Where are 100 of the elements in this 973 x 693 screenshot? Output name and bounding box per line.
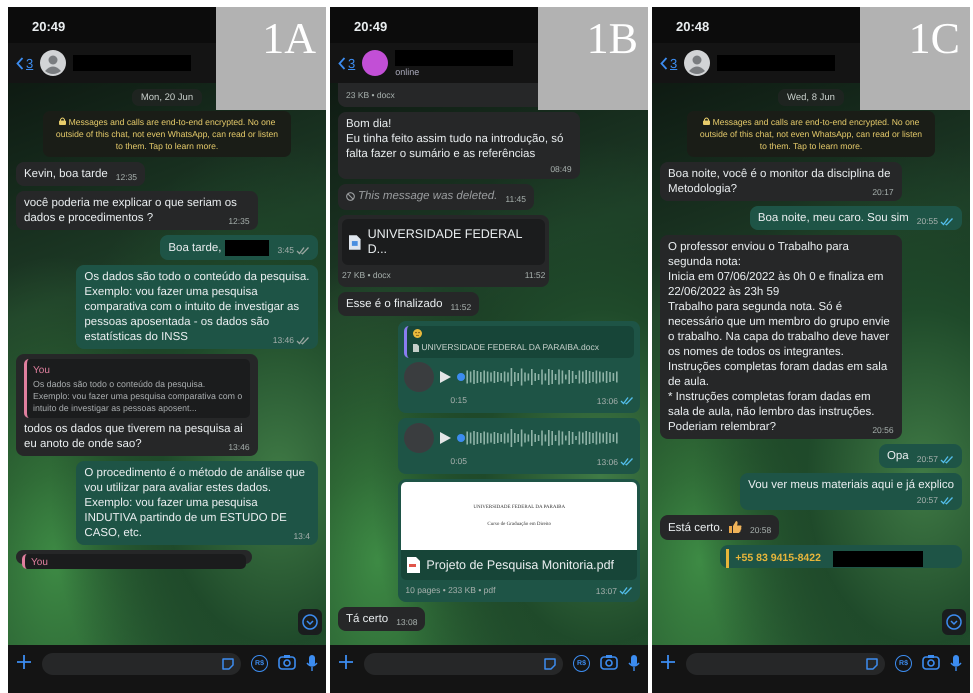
- voice-duration: 0:15: [450, 394, 467, 407]
- sticker-icon: [543, 657, 557, 671]
- outgoing-message: Vou ver meus materiais aqui e já explico 20:57: [740, 473, 962, 510]
- camera-icon[interactable]: [278, 654, 296, 670]
- voice-duration: 0:05: [450, 455, 467, 468]
- message-time: 11:45: [505, 193, 526, 205]
- outgoing-message: Boa tarde, 3:45: [160, 235, 318, 260]
- message-input[interactable]: [42, 653, 241, 675]
- message-time: 13:4: [293, 530, 310, 542]
- message-time: 20:57: [916, 453, 938, 465]
- outgoing-message: Opa 20:57: [878, 444, 962, 468]
- microphone-icon[interactable]: [628, 654, 640, 672]
- quoted-contact-number: +55 83 9415-8422: [726, 549, 827, 568]
- message-time: 20:55: [916, 215, 938, 227]
- avatar-photo[interactable]: [362, 50, 388, 76]
- contact-status: online: [395, 66, 420, 76]
- encryption-notice: Messages and calls are end-to-end encrypted. No one outside of this chat, not even WhatsApp, can read or listen to them. Tap to learn more.: [43, 111, 291, 157]
- quote-author: You: [33, 364, 51, 378]
- figure-label: 1A: [216, 7, 326, 110]
- incoming-message: You Os dados são todo o conteúdo da pesquisa. Exemplo: vou fazer uma pesquisa comparativa com o intuito de investigar as pessoas aposent... todos os dados que tiverem na pesquisa ai eu anoto de onde sao? 13:46: [16, 354, 258, 456]
- document-icon: [349, 234, 361, 250]
- incoming-message: Esse é o finalizado 11:52: [338, 292, 480, 316]
- back-chevron-icon: [16, 56, 24, 70]
- outgoing-message: O procedimento é o método de análise que vou utilizar para avaliar estes dados. Exemplo: vou fazer uma pesquisa INDUTIVA partindo de um ESTUDO DE CASO, etc. 13:4: [76, 461, 318, 546]
- quote-text: UNIVERSIDADE FEDERAL DA PARAIBA.docx: [421, 341, 600, 354]
- lock-icon: [702, 117, 710, 125]
- message-time: 13:08: [396, 616, 418, 628]
- message-time: 13:46: [228, 441, 250, 454]
- prohibited-icon: [346, 192, 355, 201]
- message-time: 11:52: [450, 301, 472, 313]
- back-button[interactable]: 3: [660, 56, 678, 70]
- playback-thumb[interactable]: [457, 434, 466, 442]
- incoming-message: você poderia me explicar o que seriam os dados e procedimentos ? 12:35: [16, 191, 258, 230]
- file-meta: 27 KB • docx: [342, 269, 391, 282]
- back-button[interactable]: 3: [338, 56, 356, 70]
- camera-icon[interactable]: [600, 654, 618, 670]
- incoming-message: O professor enviou o Trabalho para segunda nota: Inicia em 07/06/2022 às 0h 0 e finaliza em 22/06/2022 às 23h 59 Trabalho para segunda nota. Só é necessário que um membro do grupo envie o trabalho. Na capa do trabalho deve haver os nomes de todos os integrantes. Instruções completas foram dadas em sala de aula. * Instruções completas foram dadas em sala de aula, não lembro das instruções. Poderiam relembrar? 20:56: [660, 235, 902, 439]
- microphone-icon[interactable]: [950, 654, 962, 672]
- incoming-message: Bom dia! Eu tinha feito assim tudo na introdução, só falta fazer o sumário e as referências 08:49: [338, 112, 580, 179]
- message-time: 13:46: [272, 334, 294, 346]
- file-name: Projeto de Pesquisa Monitoria.pdf: [426, 558, 614, 572]
- camera-icon[interactable]: [922, 654, 940, 670]
- chevron-down-icon: [946, 614, 962, 630]
- status-time: 20:49: [32, 19, 66, 36]
- encryption-notice: Messages and calls are end-to-end encrypted. No one outside of this chat, not even WhatsApp, can read or listen to them. Tap to learn more.: [687, 111, 935, 157]
- scroll-down-button[interactable]: [298, 609, 322, 635]
- message-time: 13:07: [596, 584, 617, 596]
- message-input[interactable]: [364, 653, 563, 675]
- thumbs-up-icon: [728, 520, 742, 533]
- deleted-text: This message was deleted.: [358, 189, 498, 204]
- outgoing-message: Os dados são todo o conteúdo da pesquisa. Exemplo: vou fazer uma pesquisa comparativa com o intuito de investigar as pessoas aposentada - os dados são estatísticas do INSS 13:46: [76, 265, 318, 350]
- play-icon[interactable]: [440, 371, 452, 383]
- avatar-silhouette-icon[interactable]: [684, 50, 710, 76]
- message-time: 20:56: [872, 424, 894, 436]
- message-time: 12:35: [228, 215, 250, 227]
- play-icon[interactable]: [440, 432, 452, 444]
- avatar-photo: [404, 423, 434, 453]
- message-time: 20:17: [872, 186, 894, 198]
- incoming-message: Boa noite, você é o monitor da disciplina de Metodologia? 20:17: [660, 162, 902, 201]
- message-input[interactable]: [686, 653, 885, 675]
- avatar-silhouette-icon[interactable]: [40, 50, 66, 76]
- sticker-icon: [221, 657, 235, 671]
- message-time: 11:52: [524, 269, 546, 282]
- date-chip: Mon, 20 Jun: [132, 89, 202, 106]
- outgoing-message: Boa noite, meu caro. Sou sim 20:55: [750, 206, 962, 230]
- file-icon: [413, 344, 420, 352]
- message-time: 08:49: [550, 163, 572, 175]
- quote-author: You: [31, 556, 49, 570]
- status-time: 20:49: [354, 19, 388, 36]
- plus-icon[interactable]: [338, 654, 354, 670]
- emoji-face-icon: [413, 329, 422, 338]
- message-time: 20:58: [750, 524, 772, 536]
- file-meta: 23 KB • docx: [346, 89, 395, 102]
- message-time: 13:06: [596, 456, 618, 468]
- lock-icon: [58, 117, 66, 125]
- status-time: 20:48: [676, 19, 710, 36]
- microphone-icon[interactable]: [306, 654, 318, 672]
- message-time: 20:57: [916, 494, 938, 506]
- scroll-down-button[interactable]: [942, 609, 966, 635]
- back-chevron-icon: [338, 56, 346, 70]
- sticker-icon: [865, 657, 879, 671]
- date-chip: Wed, 8 Jun: [778, 89, 844, 106]
- avatar-photo: [404, 362, 434, 392]
- quote-text: Os dados são todo o conteúdo da pesquisa. Exemplo: vou fazer uma pesquisa comparativa com o intuito de investigar as pessoas aposent...: [33, 378, 244, 414]
- file-name: UNIVERSIDADE FEDERAL D...: [368, 227, 523, 257]
- back-button[interactable]: 3: [16, 56, 34, 70]
- chevron-down-icon: [302, 614, 318, 630]
- plus-icon[interactable]: [16, 654, 32, 670]
- playback-thumb[interactable]: [457, 373, 466, 381]
- incoming-message: Kevin, boa tarde 12:35: [16, 162, 146, 186]
- figure-label: 1B: [538, 7, 648, 110]
- message-time: 12:35: [116, 171, 138, 183]
- incoming-message: Está certo. 20:58: [660, 515, 780, 540]
- plus-icon[interactable]: [660, 654, 676, 670]
- file-meta: 10 pages • 233 KB • pdf: [405, 584, 496, 597]
- figure-label: 1C: [860, 7, 970, 110]
- message-time: 13:06: [596, 394, 618, 406]
- pdf-file-icon: [407, 557, 420, 573]
- back-chevron-icon: [660, 56, 668, 70]
- message-time: 3:45: [277, 244, 294, 256]
